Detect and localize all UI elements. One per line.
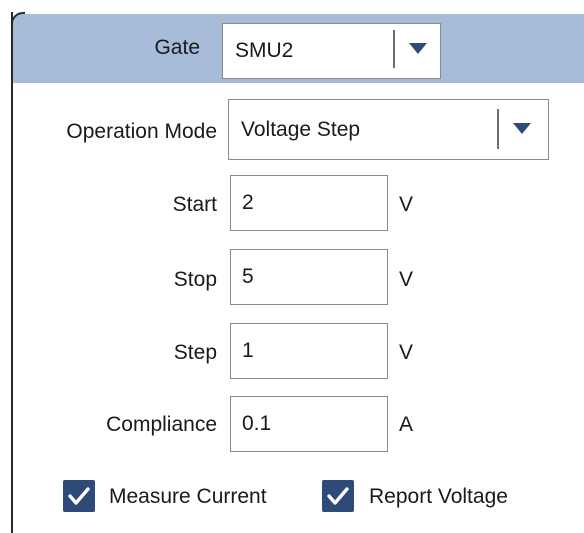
report-voltage-label[interactable]: Report Voltage [369, 485, 508, 509]
checkmark-icon [68, 487, 90, 505]
compliance-label: Compliance [106, 413, 217, 436]
stop-input[interactable] [230, 249, 388, 305]
operation-mode-select[interactable]: Voltage Step [228, 99, 549, 160]
operation-mode-select-divider [497, 109, 499, 149]
compliance-unit: A [399, 413, 414, 436]
chevron-down-icon[interactable] [513, 123, 531, 134]
compliance-input[interactable] [230, 396, 388, 452]
gate-select[interactable]: SMU2 [222, 23, 441, 79]
step-input[interactable] [230, 323, 388, 379]
smu-settings-panel: Gate SMU2 Operation Mode Voltage Step St… [0, 0, 584, 533]
step-label: Step [173, 341, 217, 364]
start-label: Start [172, 193, 217, 216]
stop-unit: V [399, 268, 414, 291]
panel-left-border [11, 12, 13, 533]
gate-label: Gate [154, 36, 200, 59]
measure-current-label[interactable]: Measure Current [109, 485, 267, 509]
checkmark-icon [327, 487, 349, 505]
report-voltage-checkbox[interactable] [322, 480, 354, 512]
start-input[interactable] [230, 175, 388, 231]
stop-label: Stop [173, 268, 217, 291]
operation-mode-select-value: Voltage Step [241, 118, 361, 141]
measure-current-checkbox[interactable] [63, 480, 95, 512]
gate-select-divider [393, 30, 395, 68]
step-unit: V [399, 341, 414, 364]
start-unit: V [399, 193, 414, 216]
operation-mode-label: Operation Mode [66, 120, 217, 143]
gate-select-value: SMU2 [235, 39, 294, 62]
chevron-down-icon[interactable] [409, 43, 427, 54]
panel-corner [11, 12, 25, 26]
